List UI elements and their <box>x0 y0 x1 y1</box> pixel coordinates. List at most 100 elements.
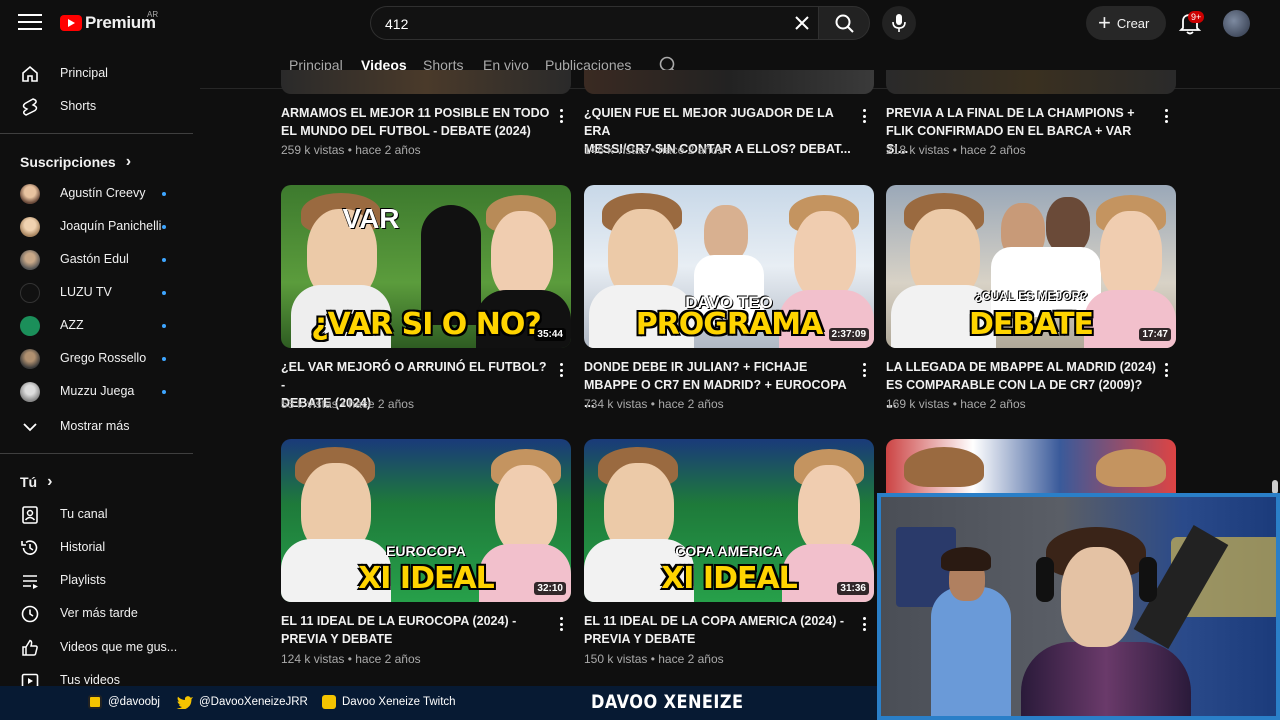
channel-avatar <box>20 283 40 303</box>
twitter-label: @DavooXeneizeJRR <box>199 696 308 708</box>
country-code: AR <box>147 10 159 19</box>
webcam-overlay <box>877 493 1280 720</box>
video-meta: 53 k vistas • hace 2 años <box>281 397 414 411</box>
sidebar-divider <box>0 453 193 454</box>
video-thumbnail[interactable]: ¿CUAL ES MEJOR? DEBATE 17:47 <box>886 185 1176 348</box>
microphone-icon <box>892 14 906 32</box>
thumbnail-caption: XI IDEAL <box>358 561 495 596</box>
sidebar-item-label: Playlists <box>60 573 106 587</box>
show-more-label: Mostrar más <box>60 419 130 433</box>
sidebar-item-principal[interactable]: Principal <box>0 59 193 89</box>
video-meta: 259 k vistas • hace 2 años <box>281 143 421 157</box>
new-content-dot <box>162 390 166 394</box>
video-title[interactable]: EL 11 IDEAL DE LA EUROCOPA (2024) - PREV… <box>281 612 551 648</box>
more-options-icon[interactable] <box>557 362 565 380</box>
thumbnail-top-text: EUROCOPA <box>386 543 466 559</box>
voice-search-button[interactable] <box>882 6 916 40</box>
search-button[interactable] <box>818 6 870 40</box>
history-icon <box>21 540 38 555</box>
chevron-right-icon: › <box>125 153 132 170</box>
search-query: 412 <box>385 16 409 32</box>
twitter-handle: @DavooXeneizeJRR <box>176 695 308 709</box>
twitch-icon <box>322 695 336 709</box>
sidebar-item-historial[interactable]: Historial <box>0 533 193 563</box>
more-options-icon[interactable] <box>557 108 565 126</box>
subscription-item[interactable]: Joaquín Panichelli <box>0 212 193 242</box>
more-options-icon[interactable] <box>860 108 868 126</box>
sidebar-item-label: Principal <box>60 66 108 80</box>
video-duration: 35:44 <box>534 328 566 341</box>
video-title-line: ¿EL VAR MEJORÓ O ARRUINÓ EL FUTBOL? - <box>281 360 547 392</box>
more-options-icon[interactable] <box>860 362 868 380</box>
video-title-line: PREVIA Y DEBATE <box>584 632 696 646</box>
top-bar: Premium AR 412 + Crear 9+ <box>0 0 1280 46</box>
twitch-label: Davoo Xeneize Twitch <box>342 696 456 708</box>
video-title-line: PREVIA A LA FINAL DE LA CHAMPIONS + <box>886 106 1135 120</box>
more-options-icon[interactable] <box>1162 108 1170 126</box>
chevron-down-icon <box>23 423 37 432</box>
youtube-premium-logo[interactable]: Premium AR <box>60 10 159 34</box>
playlists-icon <box>23 575 38 589</box>
subscription-label: Grego Rossello <box>60 351 147 365</box>
new-content-dot <box>162 291 166 295</box>
subscription-label: AZZ <box>60 318 84 332</box>
plus-icon: + <box>1098 10 1111 35</box>
video-thumbnail[interactable]: EUROCOPA XI IDEAL 32:10 <box>281 439 571 602</box>
video-meta: 169 k vistas • hace 2 años <box>886 397 1026 411</box>
subscription-item[interactable]: Gastón Edul <box>0 245 193 275</box>
menu-icon[interactable] <box>18 14 42 32</box>
show-more-button[interactable]: Mostrar más <box>0 412 193 442</box>
subscription-item[interactable]: Agustín Creevy <box>0 179 193 209</box>
video-duration: 17:47 <box>1139 328 1171 341</box>
scrollbar-thumb[interactable] <box>1272 480 1278 494</box>
video-thumbnail[interactable] <box>886 439 1176 499</box>
video-title-line: DONDE DEBE IR JULIAN? + FICHAJE <box>584 360 808 374</box>
instagram-label: @davoobj <box>108 696 160 708</box>
sidebar-item-liked-videos[interactable]: Videos que me gus... <box>0 633 193 663</box>
subscription-label: Agustín Creevy <box>60 186 146 200</box>
sidebar-item-playlists[interactable]: Playlists <box>0 566 193 596</box>
subscription-item[interactable]: Muzzu Juega <box>0 377 193 407</box>
subscription-item[interactable]: Grego Rossello <box>0 344 193 374</box>
instagram-icon <box>88 695 102 709</box>
new-content-dot <box>162 258 166 262</box>
subscription-label: Muzzu Juega <box>60 384 135 398</box>
sidebar-item-shorts[interactable]: Shorts <box>0 92 193 122</box>
video-duration: 32:10 <box>534 582 566 595</box>
video-thumbnail[interactable] <box>281 70 571 94</box>
video-title-line: EL 11 IDEAL DE LA EUROCOPA (2024) - <box>281 614 517 628</box>
subscription-item[interactable]: AZZ <box>0 311 193 341</box>
video-title-line: ¿QUIEN FUE EL MEJOR JUGADOR DE LA ERA <box>584 106 834 138</box>
sidebar-item-label: Ver más tarde <box>60 606 138 620</box>
sidebar-item-label: Shorts <box>60 99 97 113</box>
channel-avatar <box>20 184 40 204</box>
sidebar-item-ver-mas-tarde[interactable]: Ver más tarde <box>0 599 193 629</box>
video-meta: 124 k vistas • hace 2 años <box>281 652 421 666</box>
channel-avatar <box>20 382 40 402</box>
account-avatar[interactable] <box>1223 10 1250 37</box>
video-title[interactable]: EL 11 IDEAL DE LA COPA AMERICA (2024) - … <box>584 612 854 648</box>
more-options-icon[interactable] <box>557 616 565 634</box>
subscriptions-header[interactable]: Suscripciones › <box>20 153 131 171</box>
video-thumbnail[interactable]: COPA AMERICA XI IDEAL 31:36 <box>584 439 874 602</box>
search-input[interactable]: 412 <box>370 6 820 40</box>
video-thumbnail[interactable]: DAVO TEO PROGRAMA 2:37:09 <box>584 185 874 348</box>
new-content-dot <box>162 324 166 328</box>
video-title[interactable]: ARMAMOS EL MEJOR 11 POSIBLE EN TODO EL M… <box>281 104 551 140</box>
video-title-line: LA LLEGADA DE MBAPPE AL MADRID (2024) <box>886 360 1156 374</box>
more-options-icon[interactable] <box>1162 362 1170 380</box>
video-thumbnail[interactable] <box>584 70 874 94</box>
subscription-item[interactable]: LUZU TV <box>0 278 193 308</box>
create-button[interactable]: + Crear <box>1086 6 1166 40</box>
more-options-icon[interactable] <box>860 616 868 634</box>
watch-later-icon <box>21 605 39 623</box>
instagram-handle: @davoobj <box>88 695 160 709</box>
channel-avatar <box>20 250 40 270</box>
chevron-right-icon: › <box>47 473 53 490</box>
clear-search-icon[interactable] <box>792 13 812 33</box>
home-icon <box>22 65 38 82</box>
you-header[interactable]: Tú › <box>20 473 52 491</box>
video-thumbnail[interactable] <box>886 70 1176 94</box>
video-thumbnail[interactable]: VAR ¿VAR SI O NO? 35:44 <box>281 185 571 348</box>
sidebar-item-tu-canal[interactable]: Tu canal <box>0 500 193 530</box>
